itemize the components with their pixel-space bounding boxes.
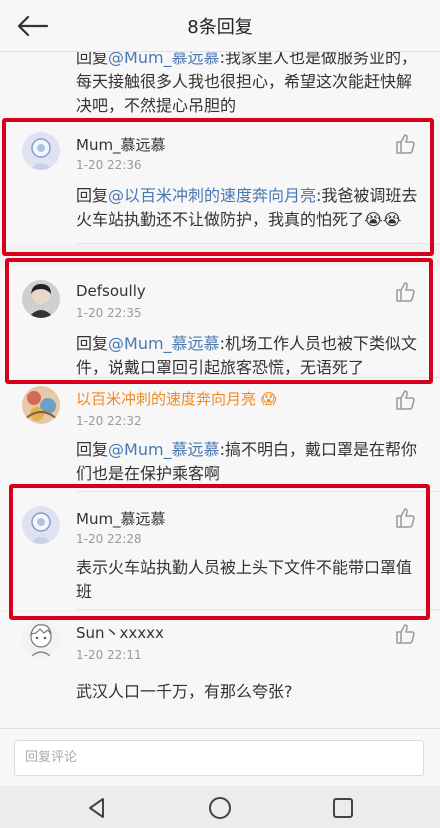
- user-name-text: 以百米冲刺的速度奔向月亮: [76, 390, 257, 408]
- list-item: Defsoully 1-20 22:35 回复@Mum_慕远慕:机场工作人员也被…: [0, 266, 440, 378]
- mention-link[interactable]: @Mum_慕远慕: [108, 440, 220, 459]
- reply-prefix: 回复: [76, 334, 109, 353]
- avatar[interactable]: [22, 506, 60, 544]
- avatar[interactable]: [22, 620, 60, 658]
- reply-prefix: 回复: [76, 440, 109, 459]
- reply-prefix: 回复: [76, 52, 109, 67]
- list-item: Mum_慕远慕 1-20 22:28 表示火车站执勤人员被上头下文件不能带口罩值…: [0, 492, 440, 610]
- user-name[interactable]: 以百米冲刺的速度奔向月亮 😱: [76, 388, 276, 409]
- user-name[interactable]: Sun丶xxxxx: [76, 622, 164, 643]
- divider: [76, 243, 440, 244]
- timestamp: 1-20 22:32: [76, 414, 142, 428]
- divider: [76, 609, 440, 610]
- top-bar: 8条回复: [0, 0, 440, 52]
- comment-text: 回复@Mum_慕远慕:搞不明白，戴口罩是在帮你们也是在保护乘客啊: [76, 438, 426, 486]
- mention-link[interactable]: @以百米冲刺的速度奔向月亮: [108, 186, 316, 205]
- reply-list[interactable]: 回复@Mum_慕远慕:我家里人也是做服务业的，每天接触很多人我也很担心，希望这次…: [0, 52, 440, 728]
- user-name[interactable]: Mum_慕远慕: [76, 134, 166, 155]
- thumbs-up-icon: [396, 134, 415, 154]
- thumbs-up-icon: [396, 390, 415, 410]
- crying-emoji-icon: 😭😭: [364, 210, 402, 229]
- square-recents-icon: [333, 798, 353, 818]
- list-item: Sun丶xxxxx 1-20 22:11 武汉人口一千万，有那么夸张?: [0, 612, 440, 728]
- timestamp: 1-20 22:28: [76, 532, 142, 546]
- system-nav-bar: [0, 786, 440, 828]
- mention-link[interactable]: @Mum_慕远慕: [108, 334, 220, 353]
- comment-text: 回复@Mum_慕远慕:我家里人也是做服务业的，每天接触很多人我也很担心，希望这次…: [76, 52, 426, 118]
- reply-prefix: 回复: [76, 186, 109, 205]
- comment-text: 回复@以百米冲刺的速度奔向月亮:我爸被调班去火车站执勤还不让做防护，我真的怕死了…: [76, 184, 426, 232]
- avatar[interactable]: [22, 132, 60, 170]
- circle-home-icon: [209, 797, 231, 819]
- like-button[interactable]: [394, 506, 418, 530]
- like-button[interactable]: [394, 388, 418, 412]
- avatar[interactable]: [22, 386, 60, 424]
- nav-home-button[interactable]: [207, 795, 233, 821]
- list-item: Mum_慕远慕 1-20 22:36 回复@以百米冲刺的速度奔向月亮:我爸被调班…: [0, 118, 440, 244]
- thumbs-up-icon: [396, 624, 415, 644]
- nav-back-button[interactable]: [84, 795, 110, 821]
- thumbs-up-icon: [396, 282, 415, 302]
- user-name[interactable]: Defsoully: [76, 282, 146, 300]
- thumbs-up-icon: [396, 508, 415, 528]
- page-title: 8条回复: [187, 16, 253, 38]
- list-item: 以百米冲刺的速度奔向月亮 😱 1-20 22:32 回复@Mum_慕远慕:搞不明…: [0, 378, 440, 492]
- like-button[interactable]: [394, 132, 418, 156]
- avatar[interactable]: [22, 280, 60, 318]
- mention-link[interactable]: @Mum_慕远慕: [108, 52, 220, 67]
- nav-recents-button[interactable]: [330, 795, 356, 821]
- list-item: 回复@Mum_慕远慕:我家里人也是做服务业的，每天接触很多人我也很担心，希望这次…: [0, 52, 440, 116]
- comment-text: 表示火车站执勤人员被上头下文件不能带口罩值班: [76, 558, 413, 601]
- timestamp: 1-20 22:36: [76, 158, 142, 172]
- scream-emoji-icon: 😱: [260, 390, 277, 408]
- timestamp: 1-20 22:11: [76, 648, 142, 662]
- back-button[interactable]: [12, 10, 52, 42]
- triangle-back-icon: [89, 798, 104, 818]
- reply-input[interactable]: 回复评论: [14, 740, 424, 776]
- like-button[interactable]: [394, 622, 418, 646]
- back-arrow-icon: [17, 15, 49, 37]
- comment-text: 武汉人口一千万，有那么夸张?: [76, 682, 293, 701]
- comment-text: 回复@Mum_慕远慕:机场工作人员也被下类似文件，说戴口罩回引起旅客恐慌，无语死…: [76, 332, 426, 380]
- like-button[interactable]: [394, 280, 418, 304]
- reply-bar: 回复评论: [0, 728, 440, 786]
- timestamp: 1-20 22:35: [76, 306, 142, 320]
- user-name[interactable]: Mum_慕远慕: [76, 508, 166, 529]
